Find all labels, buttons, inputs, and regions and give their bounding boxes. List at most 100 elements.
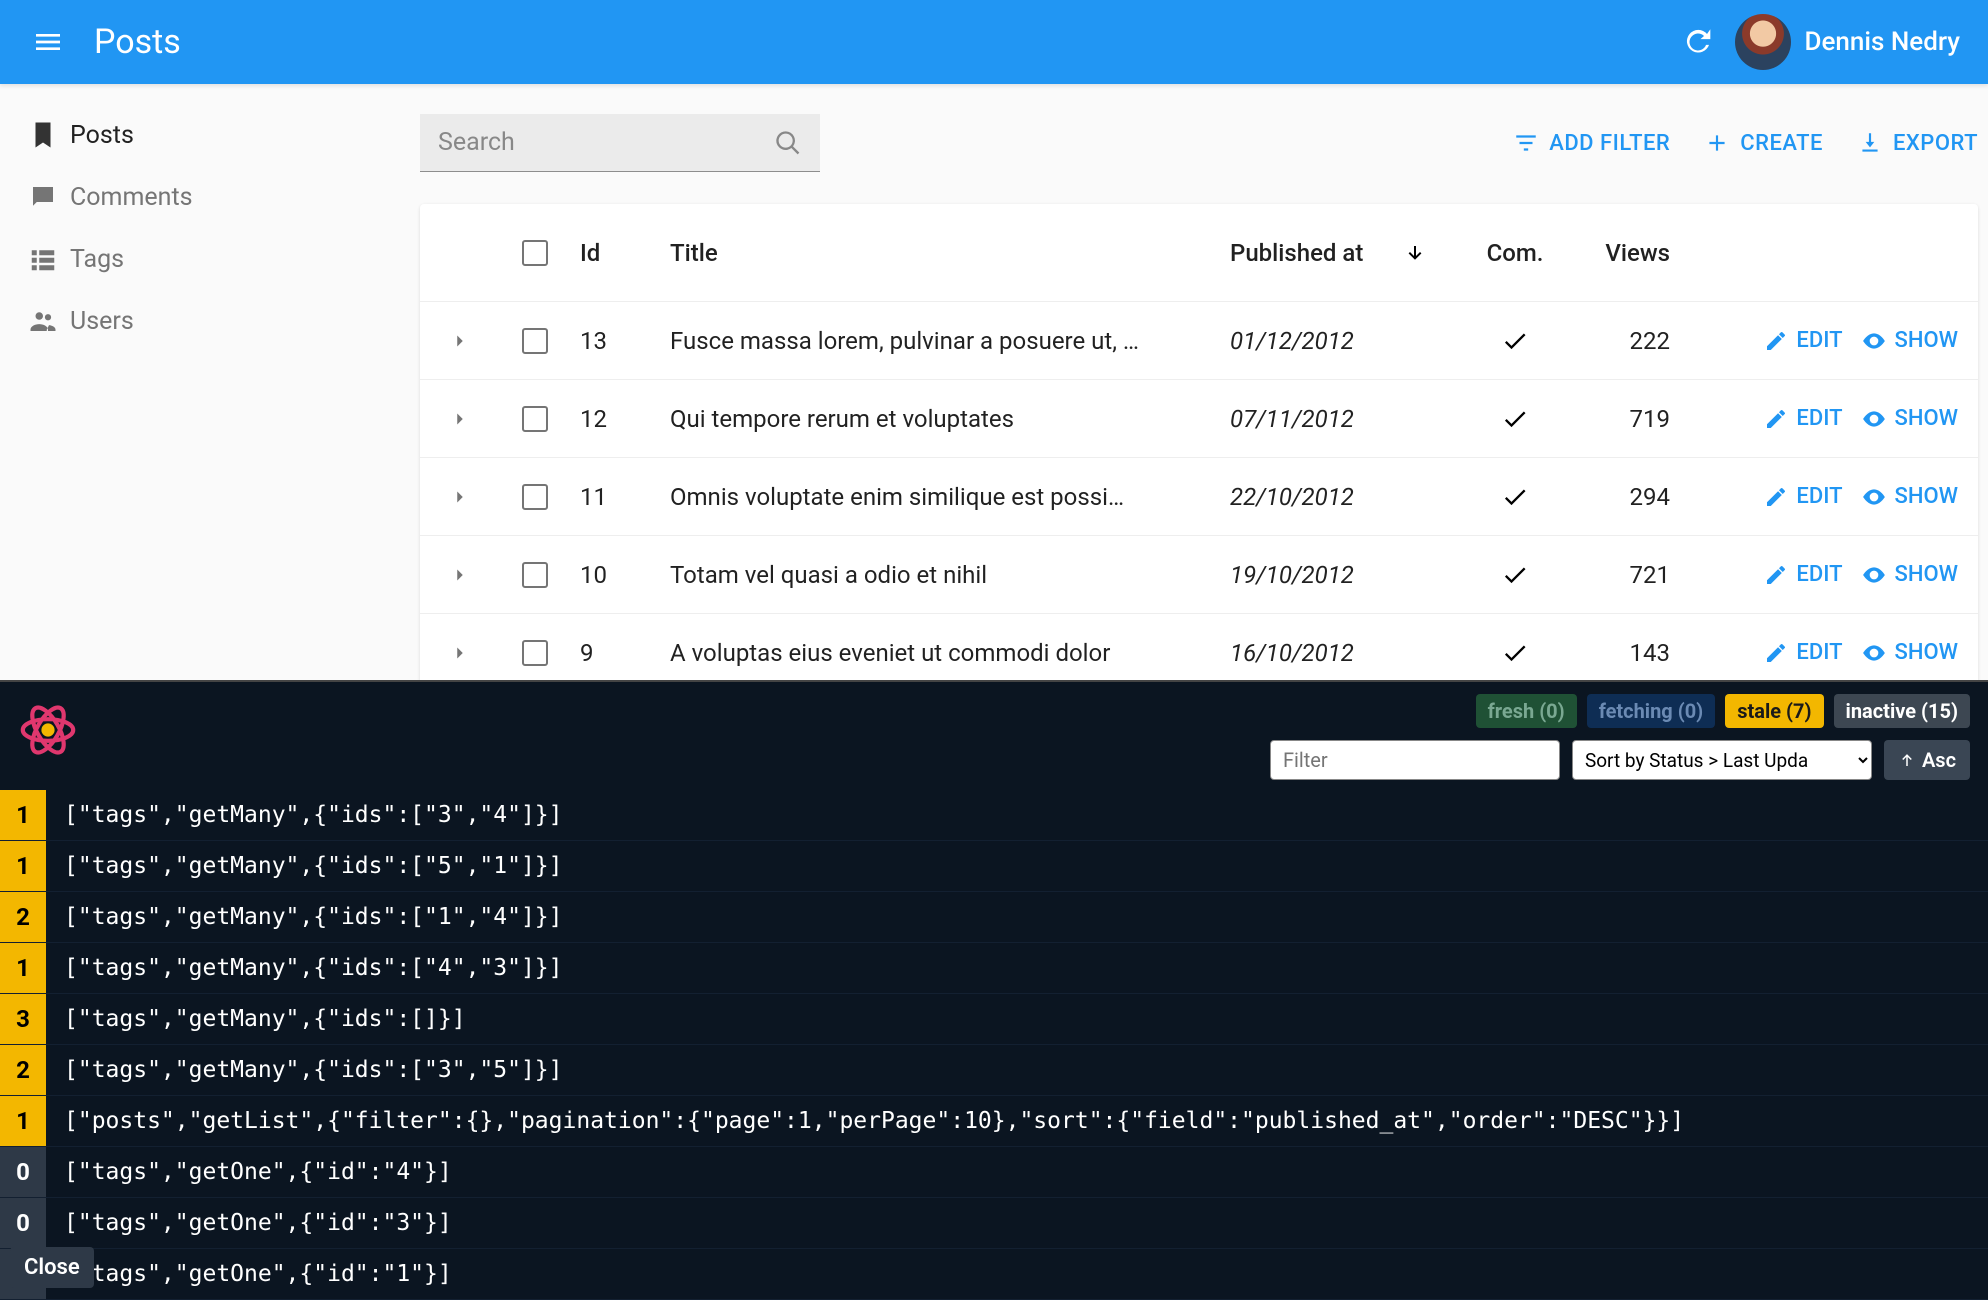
col-published[interactable]: Published at	[1220, 239, 1460, 267]
edit-button[interactable]: EDIT	[1764, 484, 1842, 509]
query-row[interactable]: 2 ["tags","getMany",{"ids":["3","5"]}]	[0, 1045, 1988, 1096]
expand-button[interactable]	[420, 330, 500, 352]
export-button[interactable]: EXPORT	[1857, 130, 1978, 156]
col-views[interactable]: Views	[1570, 239, 1700, 267]
query-key: ["tags","getOne",{"id":"3"}]	[64, 1210, 452, 1236]
cell-com	[1460, 327, 1570, 355]
page-title: Posts	[94, 22, 181, 62]
sort-desc-icon	[1403, 241, 1427, 265]
cell-title: Qui tempore rerum et voluptates	[660, 405, 1220, 433]
col-id[interactable]: Id	[570, 239, 660, 267]
select-all-checkbox[interactable]	[522, 240, 548, 266]
show-button[interactable]: SHOW	[1861, 640, 1958, 666]
data-table: Id Title Published at Com. Views 13Fusce…	[420, 204, 1978, 692]
sidebar-item-users[interactable]: Users	[0, 290, 380, 352]
devtools-filter-input[interactable]	[1270, 740, 1560, 780]
table-row[interactable]: 10Totam vel quasi a odio et nihil19/10/2…	[420, 536, 1978, 614]
query-key: ["tags","getOne",{"id":"4"}]	[64, 1159, 452, 1185]
expand-button[interactable]	[420, 408, 500, 430]
react-query-devtools: fresh (0) fetching (0) stale (7) inactiv…	[0, 680, 1988, 1300]
row-checkbox[interactable]	[522, 406, 548, 432]
query-row[interactable]: 0 ["tags","getOne",{"id":"4"}]	[0, 1147, 1988, 1198]
query-key: ["posts","getList",{"filter":{},"paginat…	[64, 1108, 1684, 1134]
row-checkbox[interactable]	[522, 640, 548, 666]
query-row[interactable]: 0["tags","getOne",{"id":"1"}]	[0, 1249, 1988, 1300]
username: Dennis Nedry	[1805, 27, 1961, 57]
show-button[interactable]: SHOW	[1861, 562, 1958, 588]
download-icon	[1857, 130, 1883, 156]
query-key: ["tags","getMany",{"ids":["3","4"]}]	[64, 802, 563, 828]
cell-com	[1460, 561, 1570, 589]
col-title[interactable]: Title	[660, 239, 1220, 267]
query-row[interactable]: 3["tags","getMany",{"ids":[]}]	[0, 994, 1988, 1045]
query-row[interactable]: 1 ["tags","getMany",{"ids":["3","4"]}]	[0, 790, 1988, 841]
show-button[interactable]: SHOW	[1861, 484, 1958, 510]
create-button[interactable]: CREATE	[1704, 130, 1823, 156]
search-input[interactable]	[438, 128, 774, 157]
edit-button[interactable]: EDIT	[1764, 328, 1842, 353]
edit-button[interactable]: EDIT	[1764, 562, 1842, 587]
add-filter-button[interactable]: ADD FILTER	[1513, 130, 1670, 156]
button-label: EXPORT	[1893, 131, 1978, 156]
search-field[interactable]	[420, 114, 820, 172]
filter-icon	[1513, 130, 1539, 156]
chevron-right-icon	[449, 642, 471, 664]
menu-button[interactable]	[28, 22, 68, 62]
avatar[interactable]	[1735, 14, 1791, 70]
chat-icon	[28, 182, 70, 212]
list-icon	[28, 244, 70, 274]
row-checkbox[interactable]	[522, 562, 548, 588]
cell-id: 13	[570, 327, 660, 355]
cell-views: 294	[1570, 483, 1700, 511]
expand-button[interactable]	[420, 642, 500, 664]
badge-fetching[interactable]: fetching (0)	[1587, 694, 1716, 728]
cell-views: 721	[1570, 561, 1700, 589]
query-row[interactable]: 1["posts","getList",{"filter":{},"pagina…	[0, 1096, 1988, 1147]
refresh-button[interactable]	[1679, 22, 1719, 62]
eye-icon	[1861, 328, 1887, 354]
edit-button[interactable]: EDIT	[1764, 406, 1842, 431]
pencil-icon	[1764, 563, 1788, 587]
badge-stale[interactable]: stale (7)	[1725, 694, 1823, 728]
query-row[interactable]: 0["tags","getOne",{"id":"3"}]	[0, 1198, 1988, 1249]
query-row[interactable]: 2["tags","getMany",{"ids":["1","4"]}]	[0, 892, 1988, 943]
cell-views: 719	[1570, 405, 1700, 433]
col-com[interactable]: Com.	[1460, 239, 1570, 267]
devtools-sort-select[interactable]: Sort by Status > Last Upda	[1572, 740, 1872, 780]
query-observer-count: 1	[0, 841, 46, 891]
sidebar-item-tags[interactable]: Tags	[0, 228, 380, 290]
badge-inactive[interactable]: inactive (15)	[1834, 694, 1970, 728]
sidebar-item-label: Posts	[70, 121, 134, 150]
expand-button[interactable]	[420, 564, 500, 586]
check-icon	[1501, 561, 1529, 589]
table-row[interactable]: 13Fusce massa lorem, pulvinar a posuere …	[420, 302, 1978, 380]
query-row[interactable]: 1["tags","getMany",{"ids":["4","3"]}]	[0, 943, 1988, 994]
sidebar-item-comments[interactable]: Comments	[0, 166, 380, 228]
cell-published: 01/12/2012	[1220, 327, 1460, 355]
show-button[interactable]: SHOW	[1861, 328, 1958, 354]
sidebar-item-posts[interactable]: Posts	[0, 104, 380, 166]
query-key: ["tags","getOne",{"id":"1"}]	[64, 1261, 452, 1287]
table-row[interactable]: 12Qui tempore rerum et voluptates07/11/2…	[420, 380, 1978, 458]
query-observer-count: 2	[0, 1045, 46, 1095]
row-checkbox[interactable]	[522, 328, 548, 354]
badge-fresh[interactable]: fresh (0)	[1476, 694, 1577, 728]
query-key: ["tags","getMany",{"ids":["3","5"]}]	[64, 1057, 563, 1083]
expand-button[interactable]	[420, 486, 500, 508]
query-observer-count: 1	[0, 790, 46, 840]
devtools-asc-button[interactable]: Asc	[1884, 740, 1970, 780]
show-button[interactable]: SHOW	[1861, 406, 1958, 432]
row-checkbox[interactable]	[522, 484, 548, 510]
query-row[interactable]: 1["tags","getMany",{"ids":["5","1"]}]	[0, 841, 1988, 892]
edit-button[interactable]: EDIT	[1764, 640, 1842, 665]
query-observer-count: 0	[0, 1147, 46, 1197]
cell-title: Fusce massa lorem, pulvinar a posuere ut…	[660, 327, 1220, 355]
react-query-logo-icon	[18, 700, 78, 760]
devtools-close-button[interactable]: Close	[10, 1247, 94, 1288]
table-row[interactable]: 11Omnis voluptate enim similique est pos…	[420, 458, 1978, 536]
query-observer-count: 3	[0, 994, 46, 1044]
eye-icon	[1861, 484, 1887, 510]
bookmark-icon	[28, 120, 70, 150]
button-label: ADD FILTER	[1549, 131, 1670, 156]
cell-id: 10	[570, 561, 660, 589]
